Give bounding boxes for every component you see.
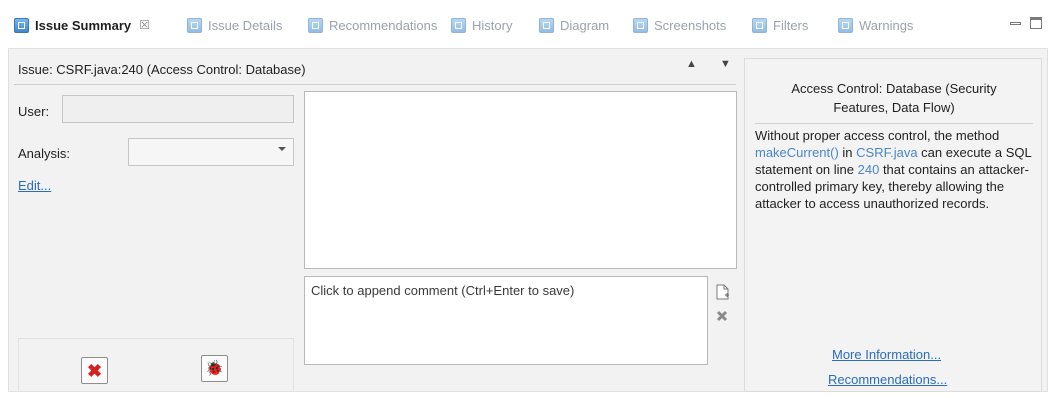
file-link[interactable]: CSRF.java [856,145,917,160]
tab-label: Issue Details [208,17,283,33]
tab-screenshots[interactable]: Screenshots [633,12,726,38]
chevron-down-icon [278,147,286,151]
analysis-label: Analysis: [18,146,71,161]
user-label: User: [18,104,50,119]
method-link[interactable]: makeCurrent() [755,145,839,160]
tab-diagram[interactable]: Diagram [539,12,609,38]
action-button-group [18,338,294,392]
desc-text: in [838,145,857,160]
tab-label: History [472,17,513,33]
navigate-arrows-icon[interactable]: ▲ ▼ [686,58,741,70]
recommendations-link[interactable]: Recommendations... [828,372,947,387]
recommendations-icon [308,17,323,33]
maximize-icon[interactable] [1030,16,1042,32]
category-title-line1: Access Control: Database (Security [791,81,997,96]
tab-recommendations[interactable]: Recommendations [308,12,437,38]
category-title: Access Control: Database (Security Featu… [745,79,1043,117]
diagram-icon [539,17,554,33]
issue-description: Without proper access control, the metho… [755,127,1040,212]
divider [14,84,736,85]
filters-icon [752,17,767,33]
tab-label: Screenshots [654,17,727,33]
bug-icon: 🐞 [205,360,224,377]
line-link[interactable]: 240 [858,162,880,177]
delete-icon: ✖ [86,360,103,381]
more-information-link[interactable]: More Information... [832,347,941,362]
issue-summary-icon [14,17,29,33]
screenshots-icon [633,17,648,33]
tab-label: Issue Summary [35,17,132,33]
delete-comment-icon[interactable] [716,310,728,322]
issue-details-icon [187,17,202,33]
edit-link[interactable]: Edit... [18,178,51,193]
new-comment-icon[interactable] [716,284,730,300]
warnings-icon [838,17,853,33]
comment-placeholder: Click to append comment (Ctrl+Enter to s… [311,283,575,298]
history-icon [451,17,466,33]
issue-description-panel: Access Control: Database (Security Featu… [744,58,1042,392]
tab-warnings[interactable]: Warnings [838,12,913,38]
divider [755,123,1033,124]
minimize-icon[interactable] [1010,16,1022,32]
suppress-button[interactable]: ✖ [81,357,108,384]
tab-history[interactable]: History [451,12,512,38]
file-bug-button[interactable]: 🐞 [201,355,228,382]
analysis-dropdown[interactable] [128,138,294,166]
tab-label: Warnings [859,17,914,33]
tab-label: Diagram [560,17,610,33]
tab-bar: Issue Summary ☒ Issue Details Recommenda… [0,0,1054,48]
tab-filters[interactable]: Filters [752,12,808,38]
tab-issue-summary[interactable]: Issue Summary ☒ [14,12,150,38]
tab-issue-details[interactable]: Issue Details [187,12,282,38]
tab-label: Filters [773,17,809,33]
tab-label: Recommendations [329,17,438,33]
desc-text: Without proper access control, the metho… [755,128,1000,143]
close-tab-icon[interactable]: ☒ [139,18,150,32]
comment-field[interactable]: Click to append comment (Ctrl+Enter to s… [304,276,708,365]
issue-content-area [304,91,737,269]
user-field[interactable] [62,95,294,123]
category-title-line2: Features, Data Flow) [833,100,955,115]
issue-title: Issue: CSRF.java:240 (Access Control: Da… [18,62,306,77]
